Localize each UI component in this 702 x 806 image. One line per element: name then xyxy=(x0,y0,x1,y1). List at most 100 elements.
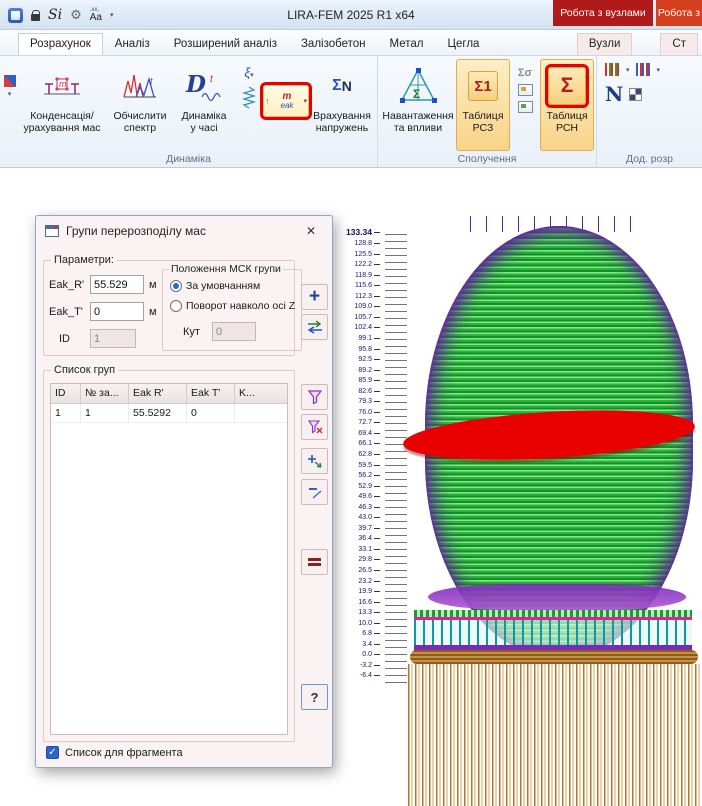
xi-button[interactable]: ξ▾ xyxy=(244,65,253,80)
spring-icon[interactable] xyxy=(241,86,257,115)
checkbox-checked-icon[interactable]: ✓ xyxy=(46,746,59,759)
mass-condensation-button[interactable]: m Конденсація/ урахування мас xyxy=(17,59,107,151)
elevation-tick: 66.1 xyxy=(338,440,380,447)
ribbon-tab-row: РозрахунокАналізРозширений аналізЗалізоб… xyxy=(0,30,702,56)
radio-default[interactable]: За умовчанням xyxy=(170,280,260,292)
msk-position-groupbox: Положення МСК групи За умовчанням Поворо… xyxy=(162,269,302,351)
filter-button[interactable] xyxy=(301,384,328,410)
elevation-tick: 49.6 xyxy=(338,493,380,500)
bars-button[interactable] xyxy=(301,549,328,575)
cut-button[interactable]: ▾ xyxy=(2,59,17,98)
context-header-2: Робота з xyxy=(656,0,702,26)
ribbon-group-additional: ▾ ▾ N Дод. розр xyxy=(597,56,702,167)
plan-grid2-icon[interactable] xyxy=(518,101,533,113)
elevation-tick: 0.0 xyxy=(338,651,380,658)
eak-t-input[interactable] xyxy=(90,302,144,321)
tab-7[interactable]: Вузли xyxy=(577,33,633,55)
rsn-table-button[interactable]: Σ Таблиця РСН xyxy=(540,59,594,151)
column-header[interactable]: Eak T' xyxy=(187,384,235,403)
elevation-tick: 6.8 xyxy=(338,630,380,637)
ribbon-group-combinations: Σ Навантаження та впливи Σ1 Таблиця РСЗ … xyxy=(378,56,597,167)
rsz-table-button[interactable]: Σ1 Таблиця РСЗ xyxy=(456,59,510,151)
elevation-tick: 36.4 xyxy=(338,535,380,542)
minus-slash-icon xyxy=(307,484,323,500)
column-header[interactable]: K... xyxy=(235,384,287,403)
tab-3[interactable]: Розширений аналіз xyxy=(162,33,289,55)
elevation-tick: 13.3 xyxy=(338,609,380,616)
tab-1[interactable]: Розрахунок xyxy=(18,33,103,55)
elevation-tick: 52.9 xyxy=(338,483,380,490)
ribbon: ▾ m Конденсація/ урахування мас xyxy=(0,56,702,168)
groups-list-groupbox: Список груп ID№ за...Eak R'Eak T'K... 11… xyxy=(43,370,295,742)
n-letter-icon[interactable]: N xyxy=(605,82,623,106)
column-header[interactable]: ID xyxy=(51,384,81,403)
svg-text:m: m xyxy=(59,79,67,89)
time-dynamics-icon: D t xyxy=(184,62,224,110)
column-header[interactable]: Eak R' xyxy=(129,384,187,403)
elevation-tick: 133.34 xyxy=(338,228,380,237)
remove-row-button[interactable] xyxy=(301,479,328,505)
piles-field xyxy=(408,664,700,806)
help-button[interactable]: ? xyxy=(301,684,328,710)
clear-filter-button[interactable] xyxy=(301,414,328,440)
elevation-tick: 59.5 xyxy=(338,462,380,469)
tab-5[interactable]: Метал xyxy=(378,33,436,55)
mass-eak-button[interactable]: ↑ m eak ▾ xyxy=(263,85,309,117)
checker-icon[interactable] xyxy=(629,88,642,101)
angle-field-row: Кут xyxy=(183,322,256,341)
elevation-tick: 29.8 xyxy=(338,556,380,563)
svg-text:D: D xyxy=(185,71,206,98)
groups-list-caption: Список груп xyxy=(51,364,118,376)
group-name-additional: Дод. розр xyxy=(597,153,702,165)
elevation-tick: 16.6 xyxy=(338,599,380,606)
table-cell: 1 xyxy=(51,404,81,422)
loads-impacts-button[interactable]: Σ Навантаження та впливи xyxy=(380,59,456,151)
elevation-tick: 46.3 xyxy=(338,504,380,511)
tab-8[interactable]: Ст xyxy=(660,33,698,55)
elevation-tick: 39.7 xyxy=(338,525,380,532)
msk-caption: Положення МСК групи xyxy=(169,263,283,275)
radio-rotate-z[interactable]: Поворот навколо осі Z xyxy=(170,300,295,312)
eak-glyph: eak xyxy=(281,102,294,110)
elevation-tick: 125.5 xyxy=(338,251,380,258)
dialog-title: Групи перерозподілу мас xyxy=(66,224,289,238)
elevation-tick: 85.9 xyxy=(338,377,380,384)
podium-structure xyxy=(414,610,692,652)
close-icon[interactable]: ✕ xyxy=(296,220,326,242)
swap-arrows-button[interactable] xyxy=(301,314,328,340)
elevation-tick: 19.9 xyxy=(338,588,380,595)
table-cell: 1 xyxy=(81,404,129,422)
column-header[interactable]: № за... xyxy=(81,384,129,403)
groups-table[interactable]: ID№ за...Eak R'Eak T'K... 1155.52920 xyxy=(50,383,288,735)
chevron-down-icon[interactable]: ▾ xyxy=(303,97,307,105)
add-row-button[interactable] xyxy=(301,448,328,474)
id-field-row: ID xyxy=(59,329,136,348)
elevation-tick: 72.7 xyxy=(338,419,380,426)
fragment-checkbox-row[interactable]: ✓ Список для фрагмента xyxy=(46,746,183,759)
bars-red-green-icon[interactable] xyxy=(605,63,620,76)
spectrum-icon: t xyxy=(122,62,158,110)
dialog-titlebar[interactable]: Групи перерозподілу мас ✕ xyxy=(36,216,332,246)
eak-r-input[interactable] xyxy=(90,275,144,294)
sigma-sigma-icon[interactable]: Σσ xyxy=(518,67,532,79)
cut-button-icon xyxy=(4,75,16,87)
elevation-tick: 115.6 xyxy=(338,282,380,289)
bars-blue-red-icon[interactable] xyxy=(636,63,651,76)
elevation-tick: 102.4 xyxy=(338,324,380,331)
plan-grid-icon[interactable] xyxy=(518,84,533,96)
svg-text:t: t xyxy=(150,76,153,86)
elevation-tick: 10.0 xyxy=(338,620,380,627)
eak-t-field-row: Eak_T' м xyxy=(49,302,157,321)
compute-spectrum-button[interactable]: t Обчислити спектр xyxy=(107,59,173,151)
time-dynamics-button[interactable]: D t Динаміка у часі xyxy=(173,59,235,151)
plus-arrow-icon xyxy=(307,453,323,469)
stress-account-button[interactable]: ΣN Врахування напружень xyxy=(309,59,375,151)
elevation-tick: 79.3 xyxy=(338,398,380,405)
elevation-tick: 33.1 xyxy=(338,546,380,553)
tab-4[interactable]: Залізобетон xyxy=(289,33,378,55)
tab-6[interactable]: Цегла xyxy=(435,33,491,55)
add-group-button[interactable]: + xyxy=(301,284,328,310)
titlebar: Si ⚙ .xx, Aa ▾ LIRA-FEM 2025 R1 x64 Робо… xyxy=(0,0,702,30)
table-row[interactable]: 1155.52920 xyxy=(51,404,287,423)
tab-2[interactable]: Аналіз xyxy=(103,33,162,55)
